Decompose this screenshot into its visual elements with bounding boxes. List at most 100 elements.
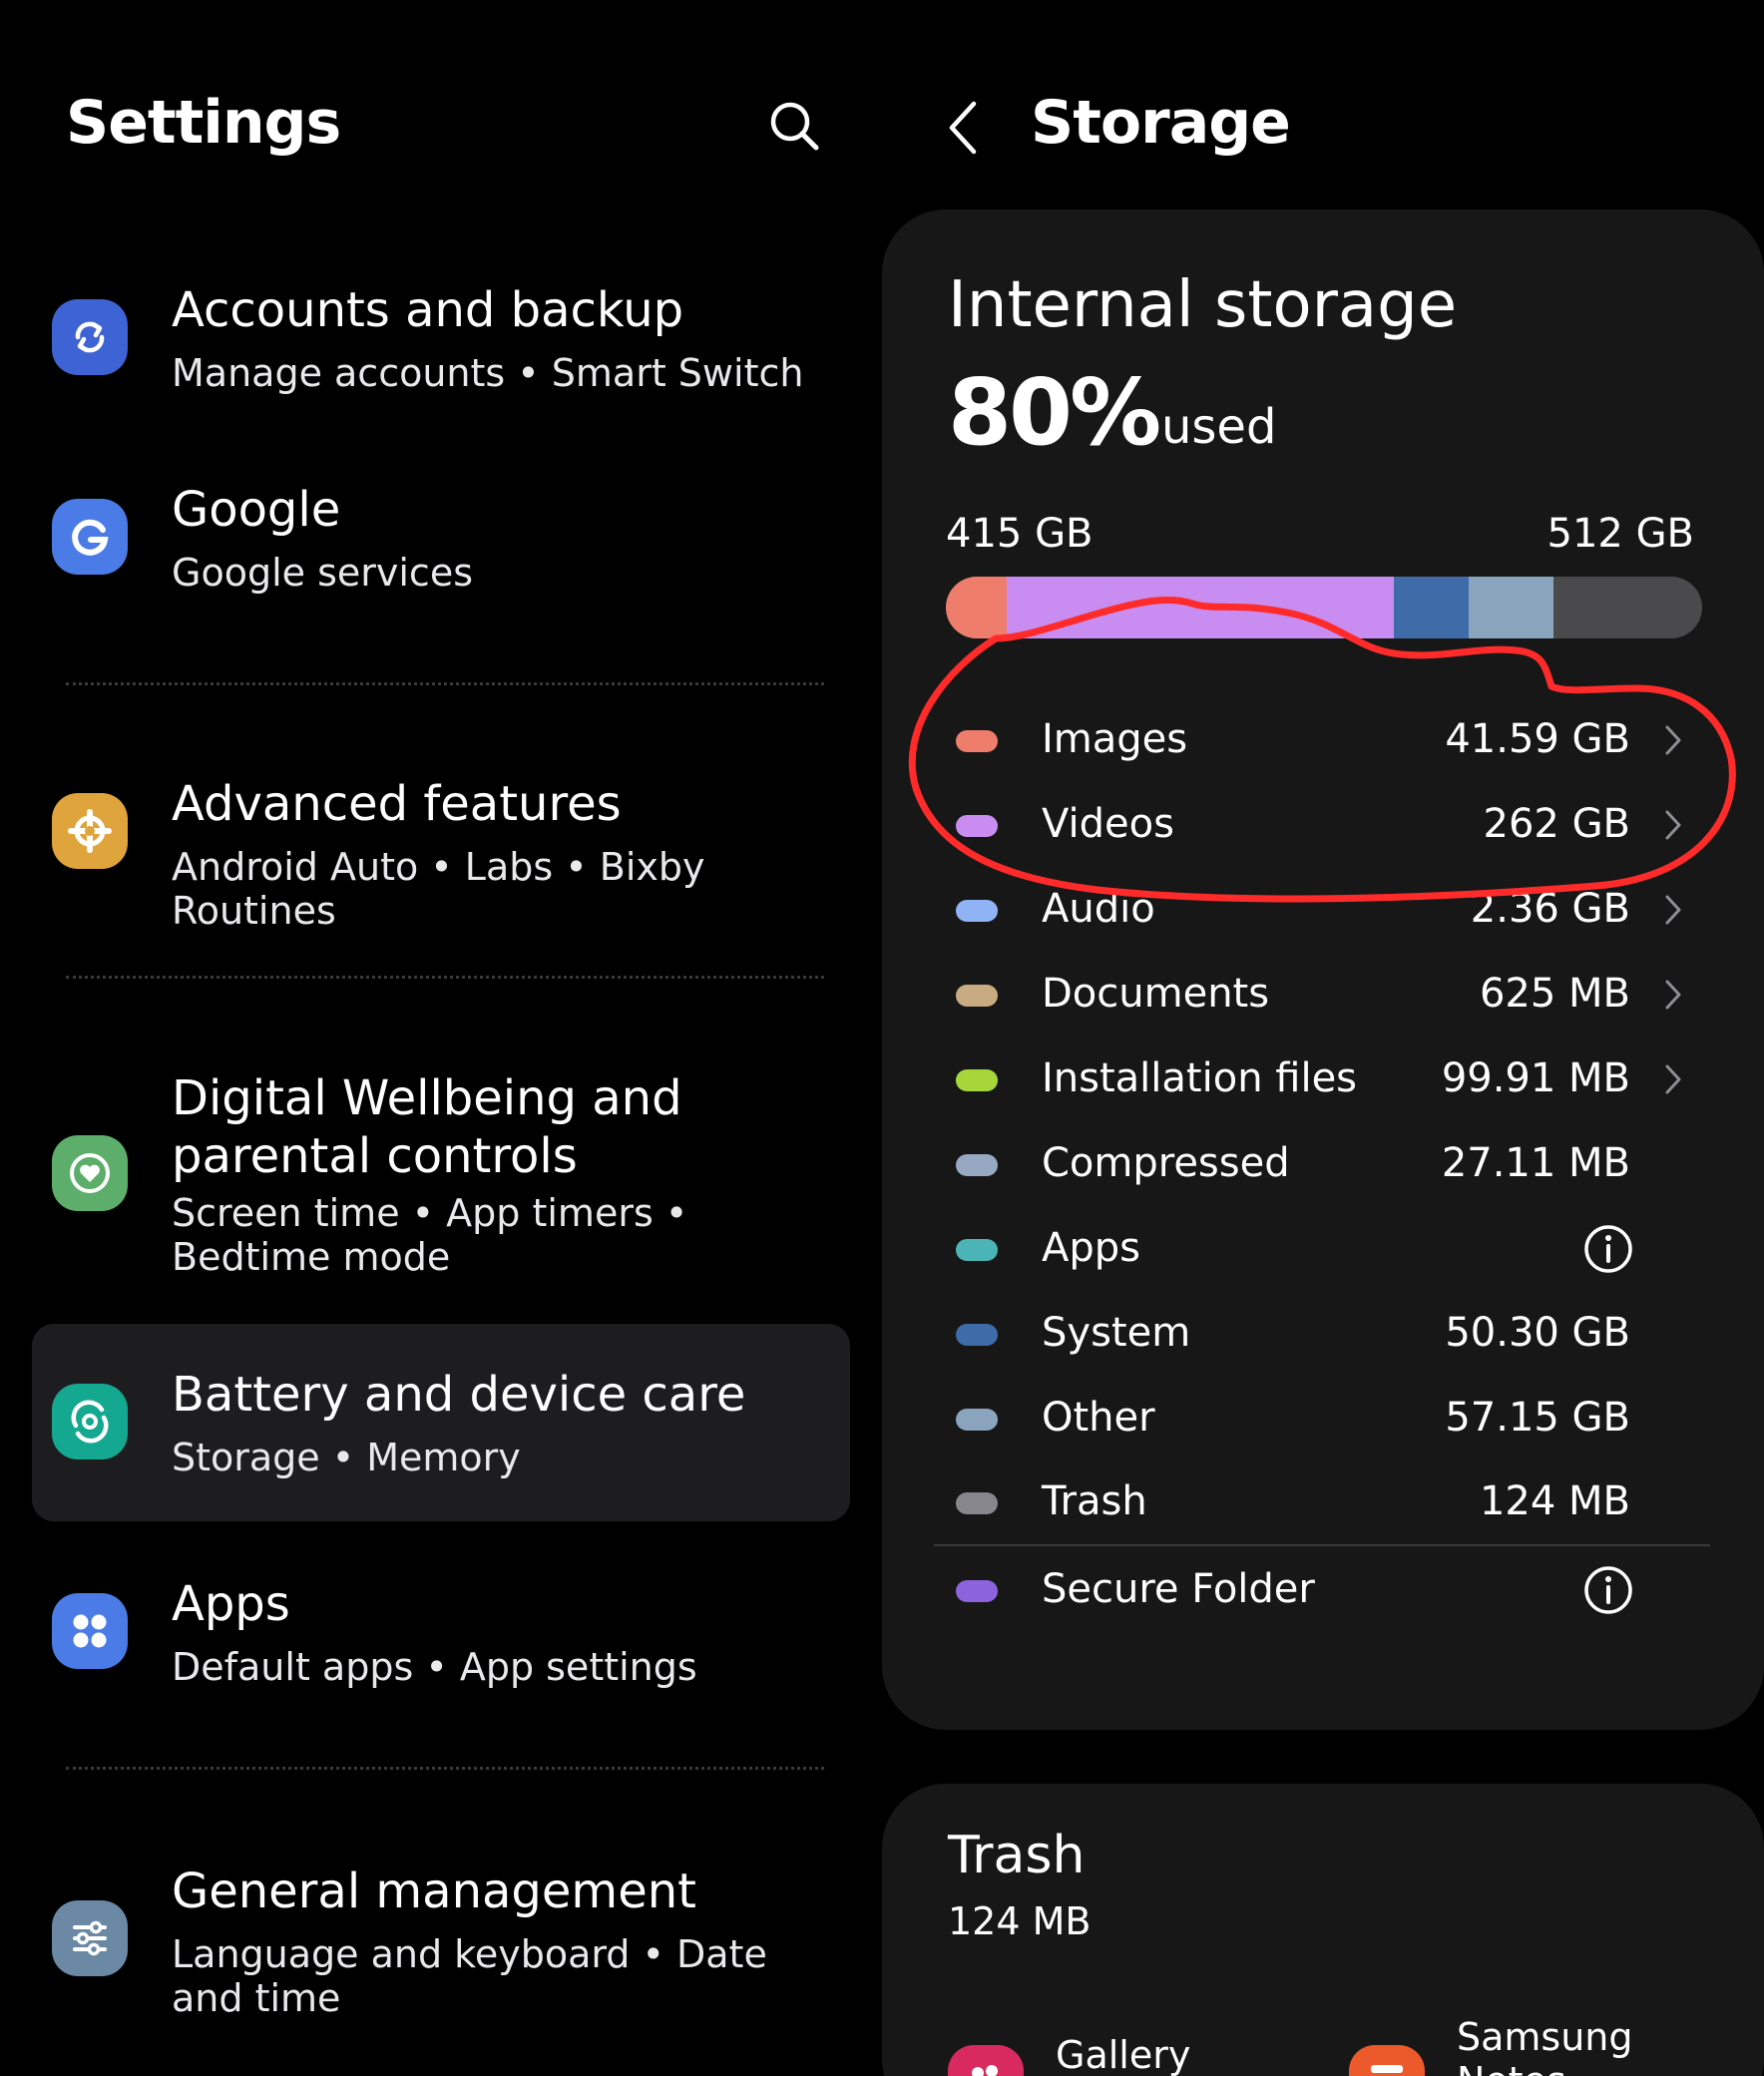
menu-item-title: Advanced features xyxy=(172,776,622,832)
back-arrow-icon xyxy=(949,101,977,155)
gallery-app-icon xyxy=(948,2045,1024,2076)
category-row-installation-files[interactable]: Installation files 99.91 MB xyxy=(942,1039,1740,1119)
sync-icon xyxy=(52,299,128,375)
category-name: Audio xyxy=(1042,886,1155,932)
used-label: used xyxy=(1161,399,1277,455)
sliders-icon xyxy=(52,1900,128,1976)
category-color-dot xyxy=(956,815,998,837)
category-color-dot xyxy=(956,1069,998,1091)
category-size: 27.11 MB xyxy=(1441,1140,1630,1186)
search-icon xyxy=(770,102,819,151)
category-size: 262 GB xyxy=(1483,801,1631,847)
category-color-dot xyxy=(956,985,998,1007)
usage-segment-images xyxy=(946,577,1008,638)
category-row-system: System 50.30 GB xyxy=(942,1294,1740,1374)
menu-item-subtitle: Google services xyxy=(172,551,473,595)
category-color-dot xyxy=(956,1580,998,1602)
internal-storage-card: Internal storage 80% used 415 GB 512 GB … xyxy=(882,209,1764,1730)
back-button[interactable] xyxy=(942,98,990,158)
menu-item-subtitle: Language and keyboard • Date and time xyxy=(172,1932,767,2020)
section-divider xyxy=(66,682,824,685)
chevron-right-icon xyxy=(1665,980,1681,1010)
category-name: Documents xyxy=(1042,971,1270,1017)
menu-item-title: Apps xyxy=(172,1576,290,1632)
category-name: Installation files xyxy=(1042,1055,1358,1101)
category-size: 2.36 GB xyxy=(1470,886,1630,932)
samsung-notes-app-icon xyxy=(1349,2045,1425,2076)
menu-item-google[interactable]: Google Google services xyxy=(32,469,850,619)
apps-grid-icon xyxy=(52,1593,128,1669)
info-icon[interactable] xyxy=(1582,1564,1634,1616)
device-care-icon xyxy=(52,1384,128,1459)
usage-segment-other xyxy=(1468,577,1553,638)
category-size: 50.30 GB xyxy=(1445,1310,1630,1356)
menu-item-title: General management xyxy=(172,1864,696,1919)
category-row-videos[interactable]: Videos 262 GB xyxy=(942,785,1740,865)
category-size: 99.91 MB xyxy=(1441,1055,1630,1101)
storage-usage-bar xyxy=(946,577,1702,638)
menu-item-title: Accounts and backup xyxy=(172,282,684,338)
category-name: Secure Folder xyxy=(1042,1566,1315,1612)
category-color-dot xyxy=(956,1409,998,1431)
info-icon[interactable] xyxy=(1582,1223,1634,1275)
menu-item-digital-wellbeing[interactable]: Digital Wellbeing and parental controls … xyxy=(32,1057,850,1287)
category-name: Apps xyxy=(1042,1225,1140,1271)
section-divider xyxy=(66,1767,824,1770)
used-capacity: 415 GB xyxy=(946,511,1094,557)
category-row-audio[interactable]: Audio 2.36 GB xyxy=(942,870,1740,950)
category-size: 57.15 GB xyxy=(1445,1395,1630,1441)
menu-item-subtitle: Screen time • App timers • Bedtime mode xyxy=(172,1191,688,1279)
category-size: 41.59 GB xyxy=(1445,716,1630,762)
samsung-notes-app-label: Samsung Notes xyxy=(1457,2015,1633,2076)
trash-card-title: Trash xyxy=(948,1826,1086,1885)
category-color-dot xyxy=(956,1492,998,1514)
search-button[interactable] xyxy=(764,96,824,156)
used-percent: 80% xyxy=(948,359,1161,466)
menu-item-title: Battery and device care xyxy=(172,1367,746,1423)
menu-item-advanced-features[interactable]: Advanced features Android Auto • Labs • … xyxy=(32,763,850,933)
category-name: Compressed xyxy=(1042,1140,1290,1186)
category-size: 124 MB xyxy=(1479,1478,1630,1524)
total-capacity: 512 GB xyxy=(1546,511,1695,557)
category-row-other: Other 57.15 GB xyxy=(942,1379,1740,1458)
storage-title: Storage xyxy=(1031,88,1291,158)
menu-item-apps[interactable]: Apps Default apps • App settings xyxy=(32,1563,850,1713)
internal-storage-heading: Internal storage xyxy=(948,268,1458,342)
list-divider xyxy=(934,1544,1710,1546)
category-name: System xyxy=(1042,1310,1191,1356)
screen: Settings Accounts and backup Manage acco… xyxy=(0,0,1764,2076)
wellbeing-heart-icon xyxy=(52,1135,128,1211)
chevron-right-icon xyxy=(1665,810,1681,840)
category-row-trash: Trash 124 MB xyxy=(942,1462,1740,1542)
trash-card[interactable]: Trash 124 MB Gallery Samsung Notes xyxy=(882,1784,1764,2076)
category-row-images[interactable]: Images 41.59 GB xyxy=(942,700,1740,780)
chevron-right-icon xyxy=(1665,725,1681,755)
menu-item-subtitle: Default apps • App settings xyxy=(172,1645,697,1689)
category-row-compressed: Compressed 27.11 MB xyxy=(942,1124,1740,1204)
usage-segment-videos xyxy=(1007,577,1395,638)
menu-item-subtitle: Storage • Memory xyxy=(172,1436,521,1479)
category-color-dot xyxy=(956,1239,998,1261)
category-color-dot xyxy=(956,1154,998,1176)
menu-item-subtitle: Android Auto • Labs • Bixby Routines xyxy=(172,845,705,933)
category-row-documents[interactable]: Documents 625 MB xyxy=(942,955,1740,1035)
category-name: Images xyxy=(1042,716,1188,762)
category-size: 625 MB xyxy=(1479,971,1630,1017)
menu-item-title: Google xyxy=(172,482,341,538)
category-row-secure-folder: Secure Folder xyxy=(942,1550,1740,1630)
category-name: Other xyxy=(1042,1395,1155,1441)
menu-item-general-management[interactable]: General management Language and keyboard… xyxy=(32,1851,850,2050)
puzzle-gear-icon xyxy=(52,793,128,869)
category-name: Trash xyxy=(1042,1478,1147,1524)
gallery-app-label: Gallery xyxy=(1056,2033,1191,2076)
menu-item-accounts-backup[interactable]: Accounts and backup Manage accounts • Sm… xyxy=(32,269,850,419)
trash-card-size: 124 MB xyxy=(948,1899,1092,1943)
settings-title: Settings xyxy=(66,88,341,158)
menu-item-battery-device-care[interactable]: Battery and device care Storage • Memory xyxy=(32,1324,850,1521)
category-color-dot xyxy=(956,1324,998,1346)
menu-item-subtitle: Manage accounts • Smart Switch xyxy=(172,351,804,395)
settings-pane: Settings Accounts and backup Manage acco… xyxy=(0,0,868,2076)
category-color-dot xyxy=(956,900,998,922)
category-row-apps: Apps xyxy=(942,1209,1740,1289)
google-icon xyxy=(52,499,128,575)
